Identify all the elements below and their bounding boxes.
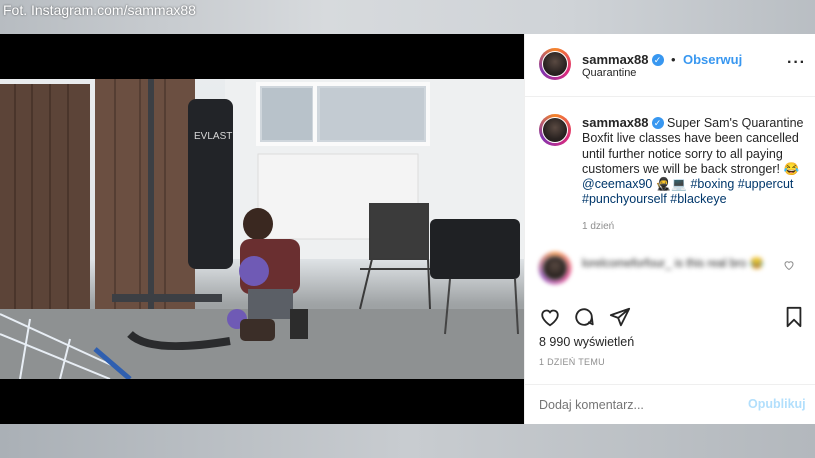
comment-like-heart-icon[interactable] (783, 258, 795, 276)
header-username[interactable]: sammax88 (582, 52, 649, 67)
more-horizontal-icon[interactable]: ··· (787, 54, 806, 72)
svg-text:EVLAST: EVLAST (194, 131, 232, 142)
comment-avatar[interactable] (539, 252, 571, 284)
verified-badge-icon: ✓ (651, 117, 664, 129)
post-comment-button[interactable]: Opublikuj (748, 397, 806, 411)
video-scene-illustration: EVLAST (0, 79, 524, 379)
bookmark-icon[interactable] (783, 306, 805, 333)
follow-button[interactable]: Obserwuj (683, 52, 742, 67)
comment-bar: Opublikuj (525, 384, 815, 425)
photo-credit: Fot. Instagram.com/sammax88 (3, 2, 196, 18)
emoji-ninja-laptop: 🥷💻 (655, 177, 687, 192)
hashtag-link[interactable]: #boxing (690, 177, 734, 191)
caption: sammax88 ✓ Super Sam's Quarantine Boxfit … (582, 115, 808, 208)
video-frame: EVLAST (0, 79, 524, 379)
hashtag-link[interactable]: #blackeye (670, 192, 726, 206)
share-icon[interactable] (609, 306, 631, 333)
hashtag-link[interactable]: #punchyourself (582, 192, 667, 206)
header-separator: • (670, 52, 676, 67)
emoji-laugh: 😂 (783, 161, 800, 176)
comment-input[interactable] (537, 394, 741, 416)
avatar[interactable] (539, 48, 571, 80)
caption-time: 1 dzień (582, 221, 615, 232)
caption-username[interactable]: sammax88 (582, 115, 649, 130)
post-panel: sammax88 ✓ • Obserwuj Quarantine ··· samm… (524, 34, 815, 424)
blurred-comment: lorelcomeforfour_ is this real bro 😂 (582, 258, 764, 270)
video-player[interactable]: EVLAST (0, 34, 524, 424)
view-count[interactable]: 8 990 wyświetleń (539, 335, 634, 349)
heart-icon[interactable] (539, 306, 561, 333)
post-header: sammax88 ✓ • Obserwuj Quarantine ··· (525, 34, 815, 97)
caption-avatar[interactable] (539, 114, 571, 146)
hashtag-link[interactable]: #uppercut (738, 177, 794, 191)
comment-icon[interactable] (573, 306, 595, 333)
mention-link[interactable]: @ceemax90 (582, 177, 652, 191)
action-bar (525, 304, 815, 334)
background-bottom (0, 424, 815, 458)
post-date: 1 DZIEŃ TEMU (539, 357, 605, 367)
location-link[interactable]: Quarantine (582, 67, 636, 79)
verified-badge-icon: ✓ (651, 54, 664, 66)
